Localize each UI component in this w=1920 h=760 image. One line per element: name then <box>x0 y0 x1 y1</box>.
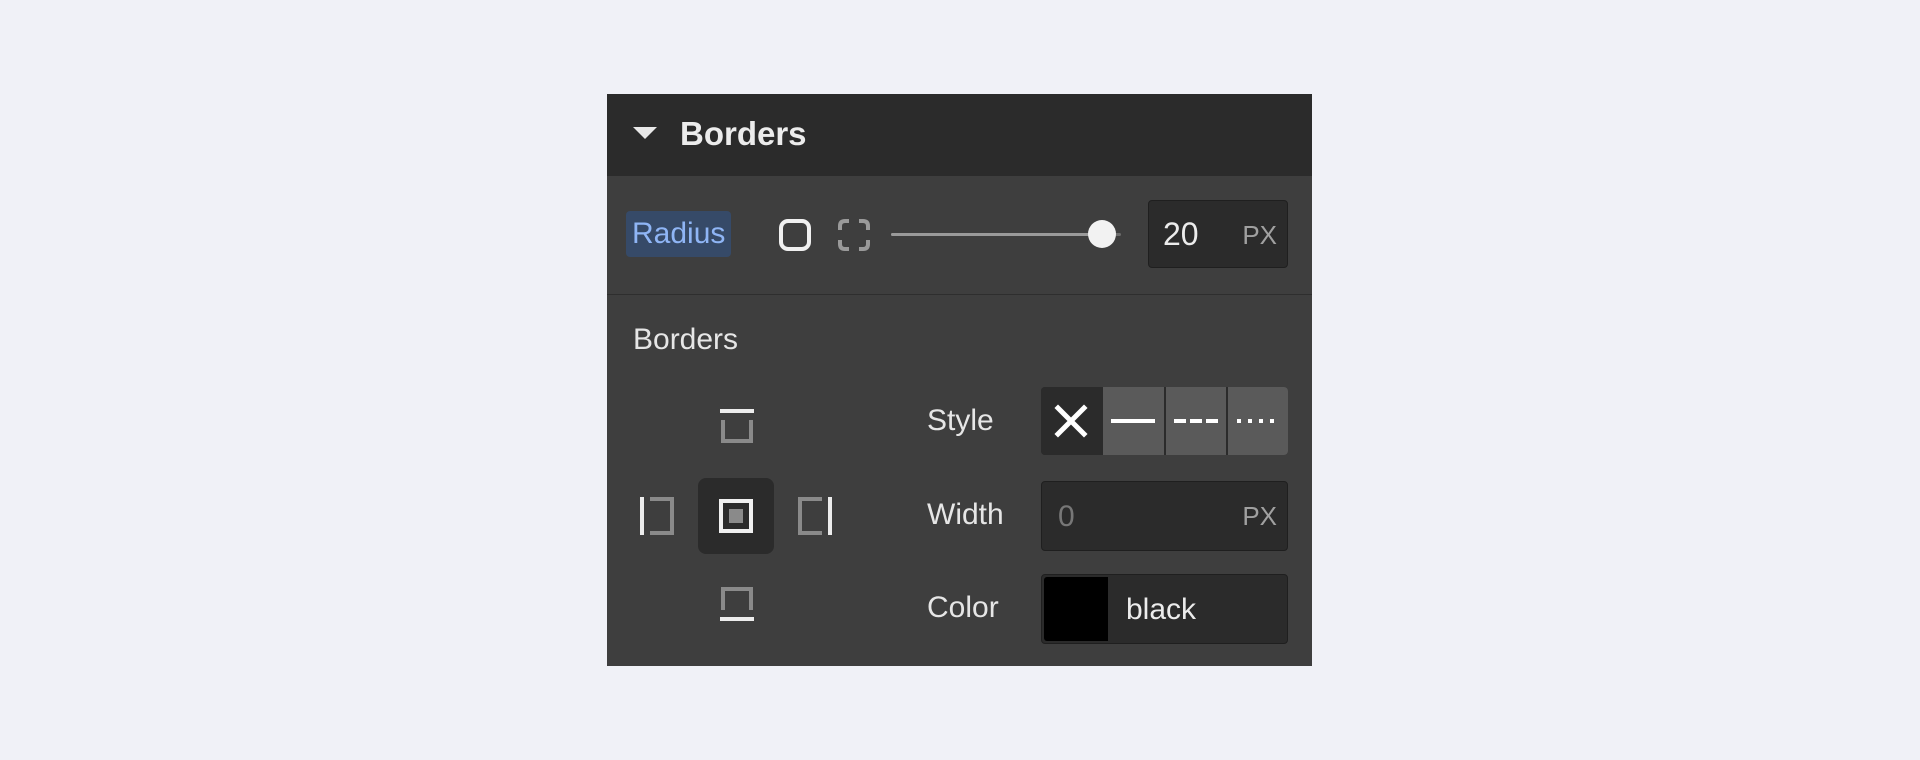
style-solid-button[interactable] <box>1103 387 1164 455</box>
section-header[interactable]: Borders <box>607 94 1312 176</box>
border-left-icon[interactable] <box>637 494 677 538</box>
border-top-icon[interactable] <box>717 406 757 446</box>
color-input[interactable]: black <box>1041 574 1288 644</box>
width-label: Width <box>927 498 1004 531</box>
color-swatch[interactable] <box>1044 577 1108 641</box>
style-dashed-button[interactable] <box>1165 387 1226 455</box>
width-unit[interactable]: PX <box>1242 499 1277 533</box>
borders-panel: Borders Radius 20 PX Borders Style Width… <box>607 94 1312 666</box>
color-label: Color <box>927 591 999 624</box>
dashed-line-icon <box>1173 419 1218 423</box>
caret-down-icon[interactable] <box>633 127 657 139</box>
border-bottom-icon[interactable] <box>717 584 757 624</box>
radius-unit[interactable]: PX <box>1242 218 1277 252</box>
borders-label: Borders <box>633 323 739 356</box>
border-style-selector <box>1041 387 1288 455</box>
solid-line-icon <box>1111 419 1156 423</box>
radius-slider-fill <box>891 233 1102 236</box>
radius-label[interactable]: Radius <box>626 211 732 257</box>
border-all-icon <box>719 499 753 533</box>
radius-input[interactable]: 20 PX <box>1148 200 1288 268</box>
dotted-line-icon <box>1236 419 1274 423</box>
style-none-button[interactable] <box>1041 387 1102 455</box>
width-placeholder: 0 <box>1058 500 1075 533</box>
all-corners-icon[interactable] <box>777 217 813 253</box>
individual-corners-icon[interactable] <box>836 217 872 253</box>
border-all-button[interactable] <box>698 478 774 554</box>
color-value: black <box>1126 593 1197 626</box>
style-dotted-button[interactable] <box>1227 387 1288 455</box>
radius-slider-handle[interactable] <box>1087 220 1116 248</box>
style-label: Style <box>927 404 994 437</box>
divider <box>607 294 1312 295</box>
border-right-icon[interactable] <box>795 494 835 538</box>
section-title: Borders <box>680 115 807 152</box>
width-input[interactable]: 0 PX <box>1041 481 1288 551</box>
close-icon <box>1054 404 1088 438</box>
radius-value: 20 <box>1163 216 1199 252</box>
